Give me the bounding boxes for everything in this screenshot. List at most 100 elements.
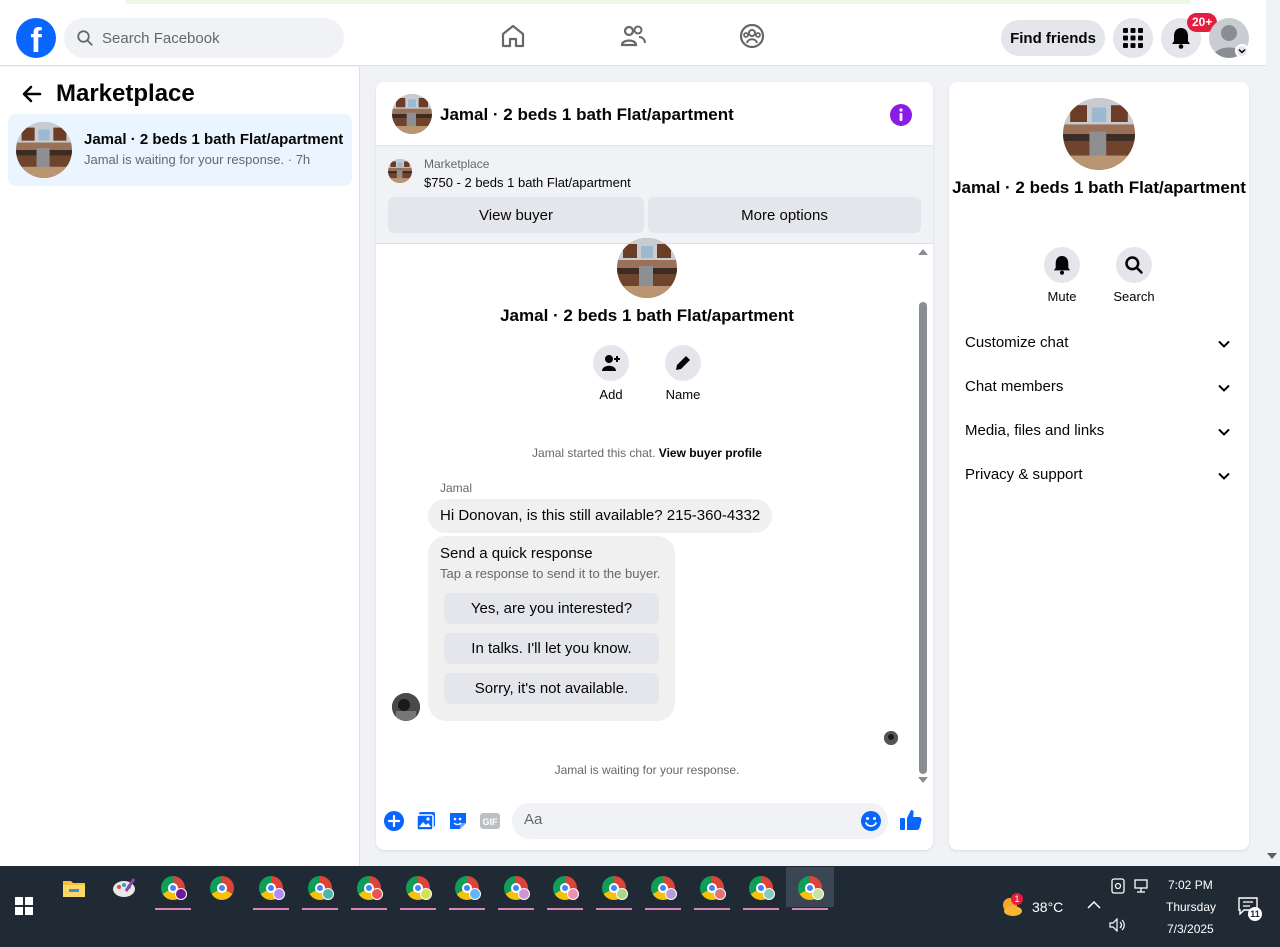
menu-button[interactable]: [1113, 18, 1153, 58]
name-chat-button[interactable]: Name: [653, 345, 713, 402]
quick-response-in-talks[interactable]: In talks. I'll let you know.: [444, 633, 659, 664]
plus-icon[interactable]: [383, 810, 405, 832]
conversation-title: Jamal · 2 beds 1 bath Flat/apartment: [84, 131, 344, 148]
clock-time[interactable]: 7:02 PM: [1168, 878, 1213, 892]
chat-header-title[interactable]: Jamal · 2 beds 1 bath Flat/apartment: [440, 105, 734, 125]
chat-panel: Jamal · 2 beds 1 bath Flat/apartment Mar…: [376, 82, 933, 850]
buyer-avatar[interactable]: [392, 693, 420, 721]
taskbar-chrome-7[interactable]: [447, 870, 487, 910]
chat-members-label: Chat members: [965, 378, 1064, 395]
taskbar-chrome-6[interactable]: [398, 870, 438, 910]
scroll-up-arrow[interactable]: [918, 249, 928, 255]
privacy-support-row[interactable]: Privacy & support: [949, 454, 1249, 498]
listing-price[interactable]: $750 - 2 beds 1 bath Flat/apartment: [424, 175, 631, 190]
network-icon[interactable]: [1134, 879, 1152, 893]
details-thumbnail: [1063, 98, 1135, 170]
waiting-note: Jamal is waiting for your response.: [554, 763, 740, 777]
quick-response-subtitle: Tap a response to send it to the buyer.: [440, 566, 661, 581]
chevron-down-icon: [1218, 340, 1230, 348]
bell-icon: [1172, 28, 1190, 49]
add-people-button[interactable]: Add: [581, 345, 641, 402]
more-options-button[interactable]: More options: [648, 197, 921, 233]
notification-center[interactable]: 11: [1238, 897, 1264, 921]
groups-icon[interactable]: [738, 22, 766, 50]
page-scroll-down-arrow[interactable]: [1267, 853, 1277, 859]
facebook-logo[interactable]: f: [16, 18, 56, 58]
chat-scrollbar-thumb[interactable]: [919, 302, 927, 774]
pencil-icon: [676, 356, 690, 370]
taskbar-chrome-9[interactable]: [545, 870, 585, 910]
chevron-up-icon[interactable]: [1087, 900, 1101, 910]
clock-date[interactable]: 7/3/2025: [1167, 922, 1214, 936]
logo-letter: f: [30, 22, 42, 58]
taskbar-chrome-12[interactable]: [692, 870, 732, 910]
taskbar-chrome-13[interactable]: [741, 870, 781, 910]
incoming-message[interactable]: Hi Donovan, is this still available? 215…: [428, 499, 773, 533]
marketplace-listing-bar: Marketplace $750 - 2 beds 1 bath Flat/ap…: [376, 146, 933, 244]
taskbar-chrome-1[interactable]: [153, 870, 193, 910]
view-buyer-button[interactable]: View buyer: [388, 197, 644, 233]
notification-count: 11: [1248, 907, 1262, 921]
customize-chat-label: Customize chat: [965, 334, 1069, 351]
thumbs-up-icon[interactable]: [899, 808, 923, 832]
photo-icon[interactable]: [415, 810, 437, 832]
taskbar-file-explorer[interactable]: [54, 870, 94, 906]
intro-title: Jamal · 2 beds 1 bath Flat/apartment: [500, 306, 794, 325]
mute-label: Mute: [1047, 289, 1077, 304]
weather-widget[interactable]: 1: [1000, 893, 1024, 917]
gif-icon[interactable]: GIF: [479, 810, 501, 832]
clock-day[interactable]: Thursday: [1166, 900, 1216, 914]
taskbar-chrome-3[interactable]: [251, 870, 291, 910]
friends-icon[interactable]: [619, 22, 647, 50]
taskbar-chrome-4[interactable]: [300, 870, 340, 910]
account-caret[interactable]: [1235, 44, 1249, 58]
search-input[interactable]: [102, 29, 332, 47]
scroll-down-arrow[interactable]: [918, 777, 928, 783]
meet-now-icon[interactable]: [1111, 878, 1125, 894]
paint-palette-icon: [113, 878, 136, 897]
media-files-links-row[interactable]: Media, files and links: [949, 410, 1249, 454]
taskbar-chrome-2[interactable]: [202, 870, 242, 906]
chat-started-note: Jamal started this chat. View buyer prof…: [376, 446, 918, 460]
quick-response-card: Send a quick response Tap a response to …: [428, 536, 675, 721]
windows-start-icon[interactable]: [15, 897, 33, 915]
volume-icon[interactable]: [1109, 918, 1127, 932]
temperature[interactable]: 38°C: [1032, 899, 1063, 915]
taskbar-chrome-14[interactable]: [790, 870, 830, 910]
taskbar-chrome-11[interactable]: [643, 870, 683, 910]
quick-response-yes[interactable]: Yes, are you interested?: [444, 593, 659, 624]
home-icon[interactable]: [499, 22, 527, 50]
emoji-icon[interactable]: [860, 810, 882, 832]
taskbar-chrome-8[interactable]: [496, 870, 536, 910]
message-composer[interactable]: [512, 803, 888, 839]
taskbar-chrome-10[interactable]: [594, 870, 634, 910]
customize-chat-row[interactable]: Customize chat: [949, 322, 1249, 366]
weather-badge: 1: [1011, 893, 1023, 905]
sticker-icon[interactable]: [447, 810, 469, 832]
search-box[interactable]: [64, 18, 344, 58]
view-buyer-profile-link[interactable]: View buyer profile: [659, 446, 762, 460]
sender-name: Jamal: [440, 481, 473, 495]
marketplace-sidebar: [0, 67, 360, 866]
info-icon[interactable]: [890, 104, 912, 126]
find-friends-button[interactable]: Find friends: [1001, 20, 1105, 56]
chevron-down-icon: [1218, 384, 1230, 392]
search-chat-button[interactable]: Search: [1104, 247, 1164, 304]
grid-menu-icon: [1123, 28, 1143, 48]
conversation-item[interactable]: Jamal · 2 beds 1 bath Flat/apartment Jam…: [8, 114, 352, 186]
intro-thumbnail: [617, 238, 677, 298]
message-input[interactable]: [524, 811, 844, 828]
listing-thumbnail: [16, 122, 72, 178]
chevron-down-icon: [1218, 428, 1230, 436]
mute-button[interactable]: Mute: [1032, 247, 1092, 304]
quick-response-not-available[interactable]: Sorry, it's not available.: [444, 673, 659, 704]
taskbar-chrome-5[interactable]: [349, 870, 389, 910]
back-arrow-icon[interactable]: [20, 82, 44, 106]
taskbar-paint[interactable]: [104, 870, 144, 906]
search-label: Search: [1113, 289, 1155, 304]
chat-header-thumbnail[interactable]: [392, 94, 432, 134]
chat-members-row[interactable]: Chat members: [949, 366, 1249, 410]
quick-response-title: Send a quick response: [440, 545, 593, 562]
conversation-subtitle: Jamal is waiting for your response. · 7h: [84, 152, 311, 167]
privacy-support-label: Privacy & support: [965, 466, 1083, 483]
